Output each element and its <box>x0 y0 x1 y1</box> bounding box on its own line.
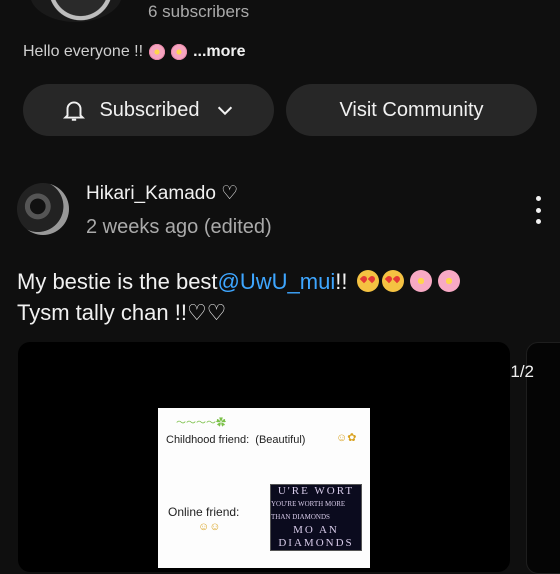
visit-community-label: Visit Community <box>339 98 484 121</box>
post-text-line2: Tysm tally chan !!♡♡ <box>17 300 227 325</box>
post-text: My bestie is the best@UwU_mui!! Tysm tal… <box>17 266 547 328</box>
subscribed-label: Subscribed <box>99 98 200 121</box>
cherry-blossom-emoji <box>437 270 460 292</box>
post-text-end: !! <box>335 269 348 294</box>
post-image[interactable]: ～～～～✿ Childhood friend: (Beautiful) ☺✿ O… <box>158 408 370 568</box>
childhood-line: Childhood friend: (Beautiful) <box>166 434 306 446</box>
author-avatar[interactable] <box>17 183 69 235</box>
more-link[interactable]: ...more <box>193 43 245 61</box>
channel-avatar[interactable] <box>30 0 122 22</box>
online-line: Online friend: <box>168 505 240 519</box>
emoji-faces: ☺☺ <box>198 521 221 533</box>
heart-eyes-cat-emoji <box>381 270 404 292</box>
heart-eyes-cat-emoji <box>356 270 379 292</box>
diamonds-image: U'RE WORT YOU'RE WORTH MORE THAN DIAMOND… <box>270 484 362 551</box>
cherry-blossom-emoji <box>171 44 188 60</box>
subscribed-button[interactable]: Subscribed <box>23 84 274 136</box>
post-author[interactable]: Hikari_Kamado ♡ <box>86 182 238 205</box>
cherry-blossom-emoji <box>409 270 432 292</box>
mention-link[interactable]: @UwU_mui <box>218 269 336 294</box>
description-text: Hello everyone !! <box>23 43 144 60</box>
visit-community-button[interactable]: Visit Community <box>286 84 537 136</box>
subscriber-count: 6 subscribers <box>148 2 250 21</box>
bell-icon <box>63 101 86 121</box>
emoji-faces: ☺✿ <box>336 432 357 444</box>
decoration: ～～～～✿ <box>176 418 226 429</box>
cherry-blossom-emoji <box>149 44 166 60</box>
chevron-down-icon <box>217 106 232 116</box>
channel-description[interactable]: Hello everyone !! ...more <box>23 43 246 61</box>
post-text-start: My bestie is the best <box>17 269 218 294</box>
post-time: 2 weeks ago (edited) <box>86 216 272 238</box>
image-counter: 1/2 <box>510 362 534 381</box>
more-vert-icon[interactable] <box>528 196 548 224</box>
